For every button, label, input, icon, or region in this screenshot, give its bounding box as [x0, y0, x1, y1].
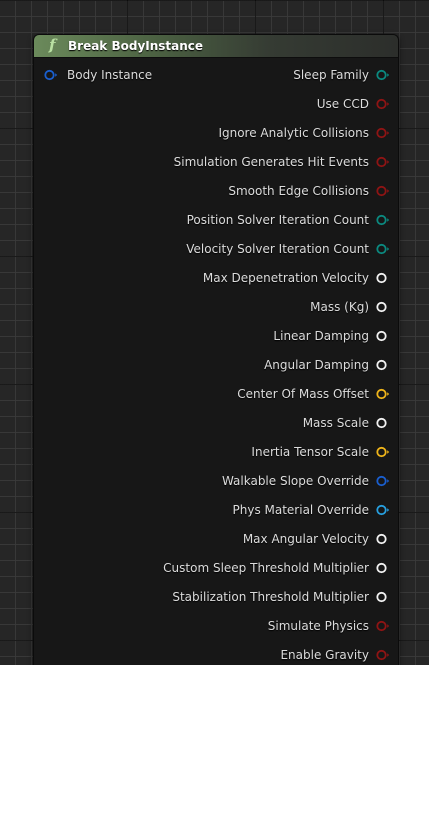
node-header[interactable]: f Break BodyInstance [34, 35, 398, 58]
output-pin-row[interactable]: Phys Material Override [233, 500, 391, 520]
output-pin-row[interactable]: Inertia Tensor Scale [251, 442, 390, 462]
output-pin-row[interactable]: Simulate Physics [268, 616, 390, 636]
pin-connector-icon[interactable] [376, 213, 390, 227]
function-icon: f [49, 36, 56, 54]
pin-connector-icon[interactable] [376, 155, 390, 169]
output-pin-row[interactable]: Simulation Generates Hit Events [174, 152, 390, 172]
pin-connector-icon[interactable] [376, 329, 390, 343]
pin-connector-icon[interactable] [376, 474, 390, 488]
pin-connector-icon[interactable] [376, 300, 390, 314]
pin-label: Use CCD [316, 97, 369, 111]
output-pin-row[interactable]: Angular Damping [264, 355, 390, 375]
output-pin-row[interactable]: Smooth Edge Collisions [228, 181, 390, 201]
node-title: Break BodyInstance [68, 39, 204, 53]
pin-label: Inertia Tensor Scale [251, 445, 369, 459]
pin-label: Walkable Slope Override [221, 474, 369, 488]
output-pin-row[interactable]: Ignore Analytic Collisions [218, 123, 390, 143]
pin-label: Simulate Physics [267, 619, 369, 633]
pin-label: Linear Damping [273, 329, 369, 343]
pin-connector-icon[interactable] [376, 590, 390, 604]
pin-label: Simulation Generates Hit Events [173, 155, 369, 169]
pin-label: Mass (Kg) [310, 300, 369, 314]
output-pin-row[interactable]: Mass Scale [303, 413, 390, 433]
graph-canvas[interactable]: f Break BodyInstance Body Instance Sleep … [0, 0, 429, 665]
output-pin-row[interactable]: Linear Damping [273, 326, 390, 346]
pin-connector-icon[interactable] [376, 503, 390, 517]
pin-label: Custom Sleep Threshold Multiplier [163, 561, 369, 575]
pin-connector-icon[interactable] [376, 561, 390, 575]
pin-connector-icon[interactable] [376, 619, 390, 633]
break-bodyinstance-node[interactable]: f Break BodyInstance Body Instance Sleep … [33, 34, 399, 665]
pin-connector-icon[interactable] [376, 97, 390, 111]
pin-label: Ignore Analytic Collisions [218, 126, 369, 140]
output-pin-row[interactable]: Mass (Kg) [310, 297, 390, 317]
pin-connector-icon[interactable] [376, 532, 390, 546]
pin-label: Enable Gravity [280, 648, 369, 662]
pin-label: Mass Scale [302, 416, 369, 430]
pin-label: Velocity Solver Iteration Count [186, 242, 369, 256]
output-pin-row[interactable]: Enable Gravity [280, 645, 390, 665]
pin-connector-icon[interactable] [376, 416, 390, 430]
output-pin-row[interactable]: Max Depenetration Velocity [203, 268, 390, 288]
pin-label: Phys Material Override [232, 503, 370, 517]
input-pin-row[interactable]: Body Instance [44, 65, 152, 85]
pin-connector-icon[interactable] [376, 184, 390, 198]
output-pin-row[interactable]: Sleep Family [293, 65, 390, 85]
pin-connector-icon[interactable] [376, 242, 390, 256]
pin-connector-icon[interactable] [44, 68, 58, 82]
pin-label: Body Instance [67, 68, 153, 82]
pin-label: Center Of Mass Offset [237, 387, 369, 401]
pin-connector-icon[interactable] [376, 68, 390, 82]
output-pin-row[interactable]: Velocity Solver Iteration Count [186, 239, 390, 259]
pin-connector-icon[interactable] [376, 445, 390, 459]
output-pin-row[interactable]: Custom Sleep Threshold Multiplier [163, 558, 390, 578]
pin-connector-icon[interactable] [376, 648, 390, 662]
pin-label: Sleep Family [293, 68, 369, 82]
pin-label: Smooth Edge Collisions [228, 184, 369, 198]
pin-label: Max Angular Velocity [242, 532, 369, 546]
pin-connector-icon[interactable] [376, 271, 390, 285]
pin-connector-icon[interactable] [376, 126, 390, 140]
output-pin-row[interactable]: Walkable Slope Override [222, 471, 390, 491]
output-pin-row[interactable]: Use CCD [317, 94, 390, 114]
output-pin-row[interactable]: Position Solver Iteration Count [187, 210, 390, 230]
pin-label: Position Solver Iteration Count [186, 213, 369, 227]
pin-label: Angular Damping [264, 358, 369, 372]
pin-connector-icon[interactable] [376, 387, 390, 401]
output-pin-row[interactable]: Center Of Mass Offset [237, 384, 390, 404]
pin-label: Max Depenetration Velocity [202, 271, 369, 285]
output-pin-row[interactable]: Max Angular Velocity [243, 529, 390, 549]
output-pin-row[interactable]: Stabilization Threshold Multiplier [172, 587, 390, 607]
pin-label: Stabilization Threshold Multiplier [172, 590, 369, 604]
pin-connector-icon[interactable] [376, 358, 390, 372]
